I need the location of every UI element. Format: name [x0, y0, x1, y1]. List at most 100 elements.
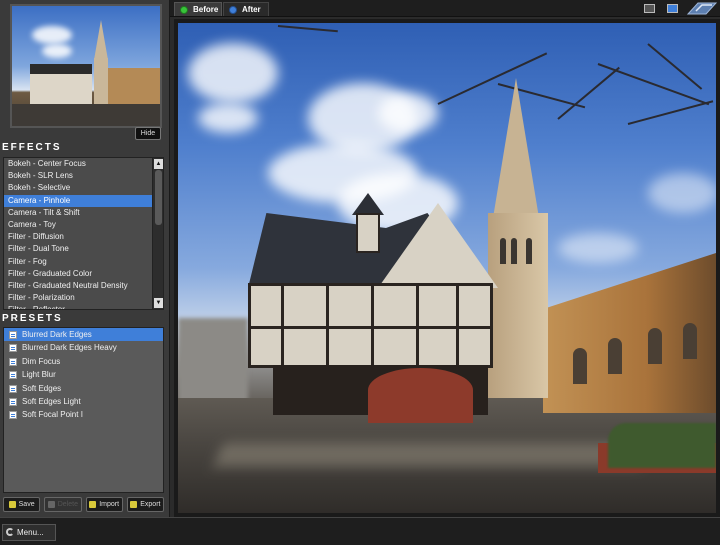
- preset-label: Light Blur: [22, 370, 56, 380]
- preset-document-icon: [9, 384, 17, 393]
- effect-item[interactable]: Filter - Graduated Color: [4, 268, 152, 280]
- thumbnail-tower: [94, 58, 108, 108]
- effect-item[interactable]: Filter - Reflector: [4, 304, 152, 309]
- preset-label: Dim Focus: [22, 356, 61, 366]
- photo-preview: [178, 23, 716, 513]
- church-window: [683, 323, 697, 359]
- bottom-bar: Menu...: [0, 517, 720, 545]
- cloud: [558, 233, 638, 263]
- preset-item[interactable]: Blurred Dark Edges: [4, 328, 163, 342]
- preset-button-bar: Save Delete Import Export: [3, 497, 164, 513]
- menu-button[interactable]: Menu...: [2, 524, 56, 541]
- tree-branch: [597, 63, 710, 106]
- house-gable: [378, 203, 498, 288]
- light-band: [213, 443, 653, 467]
- preset-document-icon: [9, 411, 17, 420]
- tower-window: [500, 238, 506, 264]
- preset-item[interactable]: Blurred Dark Edges Heavy: [4, 341, 163, 354]
- delete-preset-button[interactable]: Delete: [44, 497, 82, 512]
- tab-after-label: After: [242, 5, 261, 14]
- preset-document-icon: [9, 331, 17, 339]
- preset-document-icon: [9, 344, 17, 353]
- scroll-thumb[interactable]: [155, 170, 162, 225]
- thumbnail-cloud: [32, 26, 72, 44]
- view-toolbar: Before After: [170, 0, 720, 17]
- effects-title: EFFECTS: [2, 142, 62, 153]
- tower-window: [526, 238, 532, 264]
- tab-before[interactable]: Before: [174, 2, 222, 16]
- export-preset-button[interactable]: Export: [126, 497, 164, 512]
- tree-branch: [647, 43, 703, 90]
- preset-document-icon: [9, 357, 17, 366]
- menu-label: Menu...: [17, 528, 44, 537]
- preset-document-icon: [9, 397, 17, 406]
- tab-before-label: Before: [193, 5, 219, 14]
- split-view-icon[interactable]: [667, 4, 678, 13]
- effect-item[interactable]: Filter - Diffusion: [4, 231, 152, 243]
- delete-icon: [47, 501, 55, 508]
- scroll-up-arrow-icon[interactable]: ▲: [154, 159, 163, 169]
- tab-after[interactable]: After: [223, 2, 269, 16]
- church-window: [648, 328, 662, 364]
- timber-beam: [251, 326, 490, 329]
- import-label: Import: [99, 501, 120, 508]
- tree-branch: [277, 25, 338, 33]
- presets-title: PRESETS: [2, 313, 63, 324]
- cloud: [378, 93, 438, 133]
- preset-label: Soft Edges Light: [22, 396, 81, 406]
- effect-item[interactable]: Camera - Pinhole: [4, 194, 152, 207]
- thumbnail-wall: [108, 68, 160, 108]
- import-preset-button[interactable]: Import: [85, 497, 123, 512]
- effect-item[interactable]: Filter - Graduated Neutral Density: [4, 280, 152, 292]
- effect-item[interactable]: Camera - Toy: [4, 219, 152, 231]
- effect-item[interactable]: Camera - Tilt & Shift: [4, 207, 152, 219]
- save-label: Save: [18, 501, 35, 508]
- preset-label: Soft Edges: [22, 383, 62, 393]
- preset-label: Soft Focal Point I: [22, 410, 83, 420]
- preset-item[interactable]: Light Blur: [4, 368, 163, 381]
- effect-item[interactable]: Filter - Polarization: [4, 292, 152, 304]
- save-preset-button[interactable]: Save: [3, 497, 41, 512]
- left-panel: Hide EFFECTS Bokeh - Center Focus Bokeh -…: [0, 0, 170, 517]
- effect-item[interactable]: Bokeh - Center Focus: [4, 158, 152, 170]
- tower-window: [511, 238, 517, 264]
- effect-item[interactable]: Bokeh - Selective: [4, 182, 152, 194]
- preset-label: Blurred Dark Edges: [22, 330, 92, 339]
- app-logo-icon: [686, 1, 718, 16]
- church-window: [608, 338, 622, 374]
- preset-label: Blurred Dark Edges Heavy: [22, 343, 117, 353]
- cloud: [198, 103, 258, 133]
- after-dot-icon: [229, 6, 237, 14]
- cupola: [356, 213, 380, 253]
- effects-scrollbar[interactable]: ▲ ▼: [152, 158, 163, 309]
- wrench-icon: [6, 528, 14, 536]
- church-window: [573, 348, 587, 384]
- single-view-icon[interactable]: [644, 4, 655, 13]
- effect-item[interactable]: Filter - Dual Tone: [4, 243, 152, 255]
- preset-item[interactable]: Soft Edges: [4, 382, 163, 395]
- logo-swoosh-icon: [686, 2, 718, 15]
- cloud: [648, 173, 716, 213]
- thumbnail-ground: [12, 104, 160, 126]
- save-icon: [8, 501, 16, 508]
- export-icon: [130, 501, 138, 508]
- effect-item[interactable]: Bokeh - SLR Lens: [4, 170, 152, 182]
- preset-item[interactable]: Soft Focal Point I: [4, 408, 163, 421]
- delete-label: Delete: [57, 501, 78, 508]
- effects-list[interactable]: Bokeh - Center Focus Bokeh - SLR Lens Boke…: [3, 157, 164, 310]
- presets-list[interactable]: Blurred Dark Edges Blurred Dark Edges Hea…: [3, 327, 164, 493]
- house-body: [248, 283, 493, 368]
- effect-item[interactable]: Filter - Fog: [4, 256, 152, 268]
- preview-thumbnail[interactable]: [10, 4, 162, 128]
- thumbnail-spire: [94, 20, 108, 60]
- preset-item[interactable]: Soft Edges Light: [4, 395, 163, 408]
- cloud: [188, 43, 278, 103]
- preset-item[interactable]: Dim Focus: [4, 355, 163, 368]
- thumbnail-cloud: [42, 44, 72, 58]
- scroll-down-arrow-icon[interactable]: ▼: [154, 298, 163, 308]
- hide-button[interactable]: Hide: [135, 127, 161, 140]
- tree-branch: [627, 100, 714, 125]
- cupola-roof: [352, 193, 384, 215]
- image-canvas[interactable]: [174, 19, 720, 517]
- preset-document-icon: [9, 371, 17, 380]
